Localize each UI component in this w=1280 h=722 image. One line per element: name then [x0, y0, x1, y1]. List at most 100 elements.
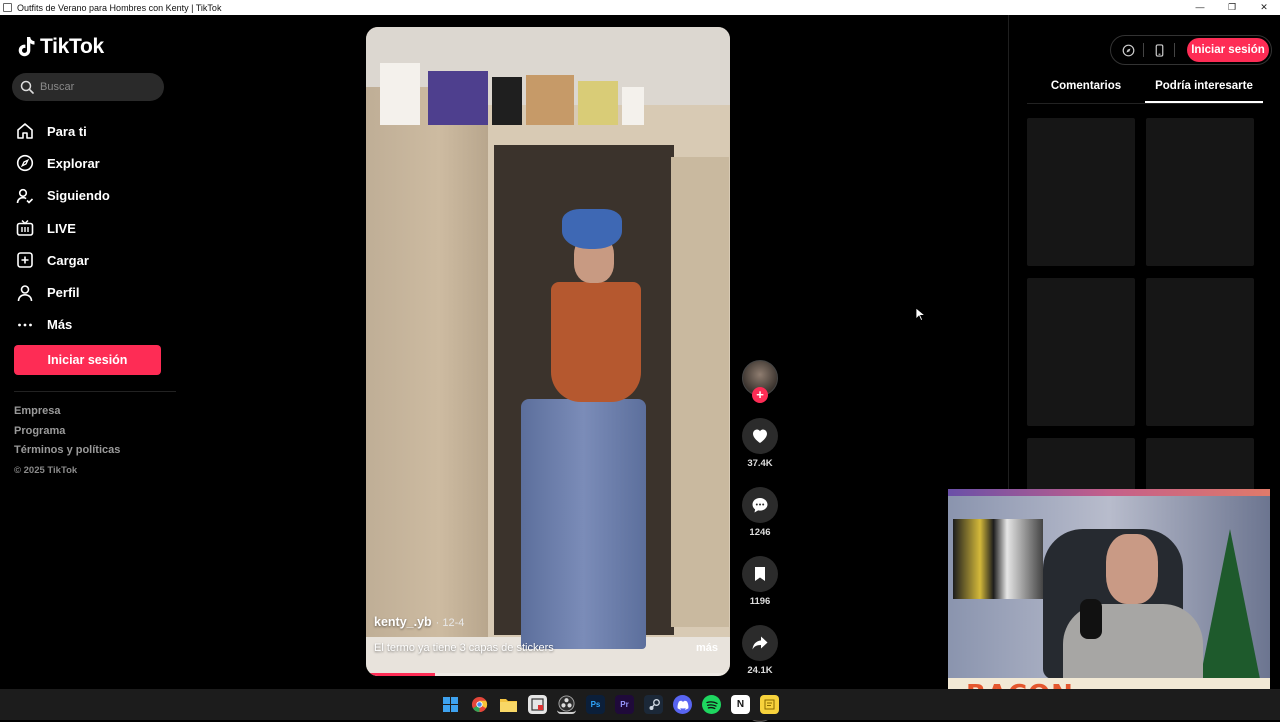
search-input[interactable]: [40, 81, 150, 93]
suggested-video-thumb[interactable]: [1027, 278, 1135, 426]
video-progress-bar[interactable]: [366, 673, 730, 676]
video-scene-pants: [521, 399, 646, 649]
tiktok-logo[interactable]: TikTok: [16, 35, 104, 59]
tiktok-note-icon: [18, 37, 35, 57]
following-icon: [16, 187, 34, 205]
window-titlebar: Outfits de Verano para Hombres con Kenty…: [0, 0, 1280, 15]
top-tools: Iniciar sesión: [1110, 35, 1272, 65]
premiere-icon[interactable]: Pr: [615, 695, 634, 714]
app-icon: [3, 3, 12, 12]
search-icon: [20, 80, 34, 94]
webcam-scene-mic: [1080, 599, 1102, 639]
comment-count: 1246: [749, 527, 771, 538]
compass-icon: [16, 154, 34, 172]
footer-link-terminos[interactable]: Términos y políticas: [14, 444, 120, 464]
upload-icon: [16, 251, 34, 269]
nav-item-explorar[interactable]: Explorar: [16, 147, 110, 179]
video-scene-hat: [562, 209, 622, 249]
logo-text: TikTok: [40, 35, 104, 58]
follow-plus-icon[interactable]: +: [752, 387, 768, 403]
main-nav: Para ti Explorar Siguiendo LIVE Cargar P…: [16, 115, 110, 341]
like-button[interactable]: [742, 418, 778, 454]
nav-item-mas[interactable]: Más: [16, 309, 110, 341]
file-explorer-icon[interactable]: [499, 695, 518, 714]
nav-label: LIVE: [47, 220, 76, 236]
heart-icon: [753, 429, 767, 443]
window-title: Outfits de Verano para Hombres con Kenty…: [17, 2, 222, 13]
video-progress-fill: [366, 673, 436, 676]
suggested-video-thumb[interactable]: [1146, 278, 1254, 426]
login-button-sidebar[interactable]: Iniciar sesión: [14, 345, 161, 375]
webcam-scene-shirts: [953, 519, 1043, 599]
video-caption: El termo ya tiene 3 capas de stickers: [374, 642, 554, 654]
discord-icon[interactable]: [673, 695, 692, 714]
steam-icon[interactable]: [644, 695, 663, 714]
suggested-video-thumb[interactable]: [1027, 118, 1135, 266]
footer-link-programa[interactable]: Programa: [14, 425, 120, 445]
video-date: · 12-4: [435, 617, 465, 629]
tool-separator: [1174, 43, 1175, 57]
video-scene-boxes: [380, 35, 650, 125]
sidebar-divider: [14, 391, 176, 392]
home-icon: [16, 122, 34, 140]
nav-item-cargar[interactable]: Cargar: [16, 244, 110, 276]
nav-item-para-ti[interactable]: Para ti: [16, 115, 110, 147]
video-scene-shelves: [671, 157, 729, 627]
suggested-video-thumb[interactable]: [1146, 118, 1254, 266]
tab-comentarios[interactable]: Comentarios: [1027, 77, 1145, 103]
maximize-button[interactable]: ❐: [1216, 0, 1248, 15]
sticky-notes-icon[interactable]: [760, 695, 779, 714]
taskbar: Ps Pr N: [0, 689, 1280, 720]
notion-icon[interactable]: N: [731, 695, 750, 714]
video-actions: + 37.4K 1246 1196 24.1K: [741, 360, 779, 722]
compass-icon[interactable]: [1119, 41, 1137, 59]
live-icon: [16, 219, 34, 237]
obs-icon[interactable]: [557, 695, 576, 714]
mouse-cursor-icon: [915, 307, 927, 321]
share-count: 24.1K: [747, 665, 773, 676]
spotify-icon[interactable]: [702, 695, 721, 714]
footer-links: Empresa Programa Términos y políticas © …: [14, 405, 120, 476]
nav-item-live[interactable]: LIVE: [16, 212, 110, 244]
more-icon: [16, 316, 34, 334]
share-icon: [752, 636, 768, 650]
video-meta: kenty_.yb · 12-4 El termo ya tiene 3 cap…: [374, 615, 718, 654]
windows-start-icon[interactable]: [441, 695, 460, 714]
webcam-frame-bar: [948, 489, 1270, 496]
webcam-overlay: BACON: [948, 489, 1270, 710]
nav-label: Perfil: [47, 285, 80, 301]
bookmark-icon: [755, 567, 765, 581]
tool-separator: [1143, 43, 1144, 57]
nav-label: Siguiendo: [47, 188, 110, 204]
copyright: © 2025 TikTok: [14, 464, 78, 476]
tab-podria-interesarte[interactable]: Podría interesarte: [1145, 77, 1263, 103]
save-count: 1196: [749, 596, 771, 607]
save-button[interactable]: [742, 556, 778, 592]
footer-link-empresa[interactable]: Empresa: [14, 405, 120, 425]
nav-label: Explorar: [47, 155, 100, 171]
video-scene-top: [551, 282, 641, 402]
video-author[interactable]: kenty_.yb: [374, 615, 432, 629]
panel-tabs: Comentarios Podría interesarte: [1027, 77, 1263, 104]
nav-item-perfil[interactable]: Perfil: [16, 276, 110, 308]
close-button[interactable]: ✕: [1248, 0, 1280, 15]
like-count: 37.4K: [747, 458, 773, 469]
sidebar: TikTok Para ti Explorar: [0, 15, 180, 689]
share-button[interactable]: [742, 625, 778, 661]
phone-icon[interactable]: [1150, 41, 1168, 59]
nav-label: Cargar: [47, 252, 89, 268]
screenshot-tool-icon[interactable]: [528, 695, 547, 714]
video-scene-wardrobe-door: [366, 87, 488, 647]
photoshop-icon[interactable]: Ps: [586, 695, 605, 714]
caption-more-button[interactable]: más: [696, 642, 718, 654]
comment-icon: [752, 498, 768, 513]
chrome-icon[interactable]: [470, 695, 489, 714]
nav-label: Para ti: [47, 123, 87, 139]
nav-label: Más: [47, 317, 73, 333]
video-player[interactable]: kenty_.yb · 12-4 El termo ya tiene 3 cap…: [366, 27, 730, 676]
comment-button[interactable]: [742, 487, 778, 523]
login-button-top[interactable]: Iniciar sesión: [1187, 38, 1269, 62]
search-box[interactable]: [12, 73, 164, 101]
minimize-button[interactable]: —: [1184, 0, 1216, 15]
nav-item-siguiendo[interactable]: Siguiendo: [16, 180, 110, 212]
